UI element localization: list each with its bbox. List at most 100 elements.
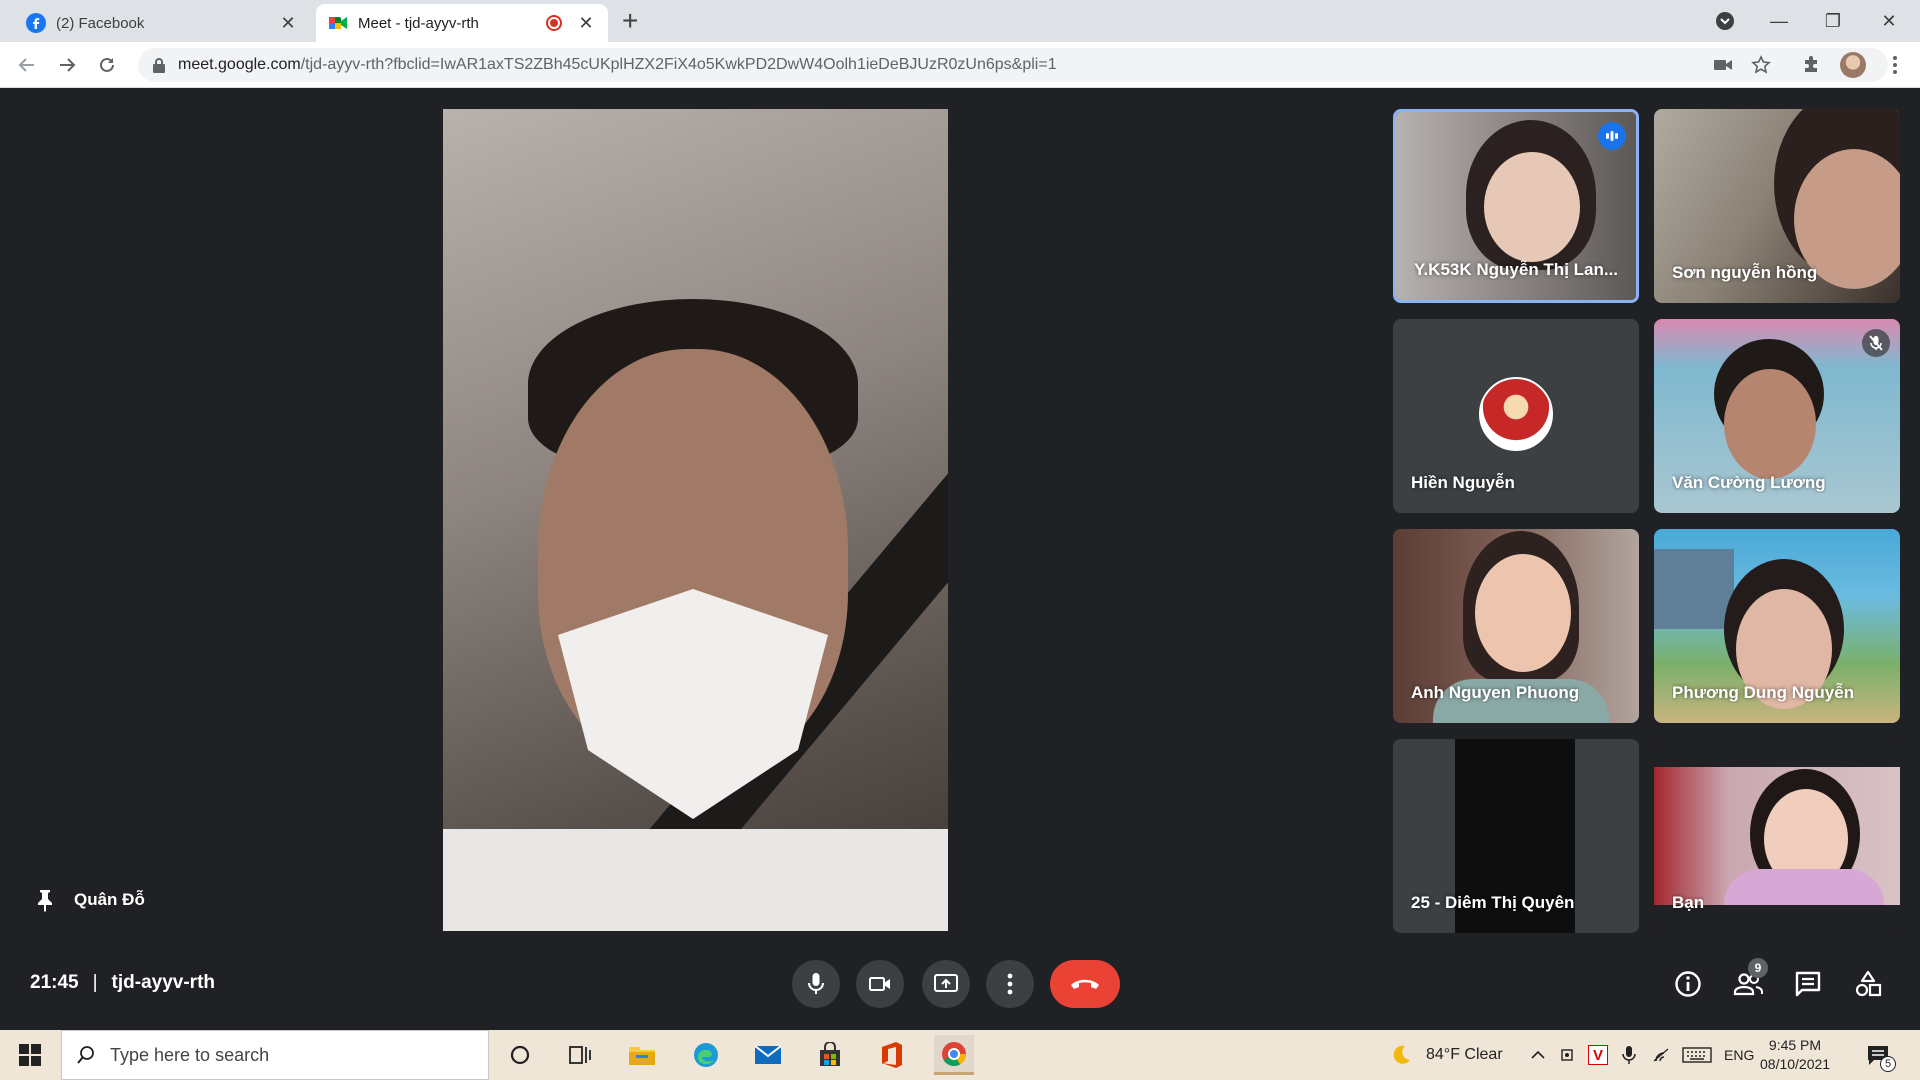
close-tab-icon[interactable]: ✕ — [576, 13, 596, 34]
wifi-icon[interactable] — [1652, 1030, 1672, 1080]
search-icon — [77, 1046, 94, 1064]
video-camera-icon — [869, 977, 890, 991]
office-icon[interactable] — [872, 1035, 912, 1075]
participant-tile[interactable]: Hiền Nguyễn — [1393, 319, 1639, 513]
meeting-time: 21:45 — [30, 972, 79, 993]
task-view-icon[interactable] — [560, 1035, 600, 1075]
participant-face — [1475, 554, 1571, 672]
pinned-participant-name: Quân Đỗ — [74, 890, 145, 909]
tab-search-icon[interactable] — [1698, 0, 1752, 42]
participant-name: Bạn — [1672, 893, 1705, 912]
leave-call-button[interactable] — [1050, 960, 1120, 1008]
speaking-indicator-icon — [1598, 122, 1626, 150]
tab-meet[interactable]: Meet - tjd-ayyv-rth ✕ — [316, 4, 608, 42]
notification-count-badge: 5 — [1880, 1056, 1896, 1072]
file-explorer-icon[interactable] — [622, 1035, 662, 1075]
participant-name: Anh Nguyen Phuong — [1411, 683, 1580, 702]
browser-toolbar: meet.google.com/tjd-ayyv-rth?fbclid=IwAR… — [0, 42, 1920, 88]
more-options-button[interactable] — [986, 960, 1034, 1008]
meet-stage: Quân Đỗ Y.K53K Nguyễn Thị Lan... Sơn ngu… — [0, 88, 1920, 1030]
more-vert-icon — [1007, 973, 1013, 995]
taskbar-clock[interactable]: 9:45 PM 08/10/2021 — [1760, 1036, 1830, 1074]
activities-button[interactable] — [1848, 964, 1888, 1004]
tab-title: (2) Facebook — [56, 14, 145, 32]
chrome-menu-icon[interactable] — [1880, 50, 1910, 80]
recording-icon — [546, 15, 562, 31]
browser-tab-strip: (2) Facebook ✕ Meet - tjd-ayyv-rth ✕ + —… — [0, 0, 1920, 42]
notification-center-icon[interactable]: 5 — [1866, 1030, 1896, 1080]
pinned-participant-label: Quân Đỗ — [36, 888, 145, 912]
separator: | — [92, 972, 98, 993]
participant-tile[interactable]: 25 - Diêm Thị Quyên — [1393, 739, 1639, 933]
close-tab-icon[interactable]: ✕ — [278, 13, 298, 34]
meet-controls-bar: 21:45 | tjd-ayyv-rth 9 — [0, 942, 1920, 1030]
moon-icon — [1393, 1045, 1410, 1064]
tab-title: Meet - tjd-ayyv-rth — [358, 14, 479, 32]
chat-button[interactable] — [1788, 964, 1828, 1004]
weather-widget[interactable]: 84°F Clear — [1390, 1030, 1503, 1080]
pin-icon[interactable] — [36, 888, 54, 912]
participant-tile[interactable]: Sơn nguyễn hồng — [1654, 109, 1900, 303]
mail-icon[interactable] — [748, 1035, 788, 1075]
windows-logo-icon — [19, 1044, 41, 1066]
search-placeholder: Type here to search — [110, 1044, 270, 1065]
participant-tile[interactable]: Y.K53K Nguyễn Thị Lan... — [1393, 109, 1639, 303]
profile-avatar[interactable] — [1838, 50, 1868, 80]
participant-tile[interactable]: Anh Nguyen Phuong — [1393, 529, 1639, 723]
extensions-icon[interactable] — [1796, 50, 1826, 80]
back-button[interactable] — [12, 50, 42, 80]
chat-icon — [1795, 971, 1821, 997]
participant-tile[interactable]: Phương Dung Nguyễn — [1654, 529, 1900, 723]
keyboard-icon[interactable] — [1682, 1030, 1712, 1080]
microphone-tray-icon[interactable] — [1622, 1030, 1636, 1080]
forward-button[interactable] — [52, 50, 82, 80]
edge-browser-icon[interactable] — [686, 1035, 726, 1075]
participant-face — [1484, 152, 1580, 262]
self-view-tile[interactable]: Bạn — [1654, 739, 1900, 933]
start-button[interactable] — [0, 1030, 60, 1080]
meeting-details-button[interactable] — [1668, 964, 1708, 1004]
minimize-button[interactable]: — — [1752, 0, 1806, 42]
microsoft-store-icon[interactable] — [810, 1035, 850, 1075]
participant-shirt — [1724, 869, 1884, 905]
activities-icon — [1855, 970, 1882, 997]
pinned-video[interactable] — [443, 109, 948, 931]
new-tab-button[interactable]: + — [622, 6, 638, 36]
facebook-icon — [26, 13, 46, 33]
address-bar[interactable]: meet.google.com/tjd-ayyv-rth?fbclid=IwAR… — [138, 48, 1888, 82]
lock-icon — [153, 58, 165, 73]
restore-button[interactable]: ❐ — [1806, 0, 1860, 42]
camera-button[interactable] — [856, 960, 904, 1008]
cortana-icon[interactable] — [500, 1035, 540, 1075]
input-language[interactable]: ENG — [1724, 1030, 1754, 1080]
present-screen-button[interactable] — [922, 960, 970, 1008]
participant-name: Văn Cường Lương — [1672, 473, 1826, 492]
participant-shirt — [443, 829, 948, 931]
mic-off-icon — [1862, 329, 1890, 357]
participant-name: Y.K53K Nguyễn Thị Lan... — [1414, 260, 1619, 279]
meet-tray-icon[interactable] — [1560, 1030, 1578, 1080]
tab-facebook[interactable]: (2) Facebook ✕ — [14, 4, 310, 42]
show-hidden-icons[interactable] — [1530, 1030, 1546, 1080]
taskbar-search[interactable]: Type here to search — [61, 1030, 489, 1080]
mic-button[interactable] — [792, 960, 840, 1008]
participant-tile[interactable]: Văn Cường Lương — [1654, 319, 1900, 513]
participant-name: Phương Dung Nguyễn — [1672, 683, 1855, 702]
hang-up-icon — [1071, 979, 1099, 989]
microphone-icon — [808, 973, 824, 994]
windows-taskbar: Type here to search 84°F Clear V ENG 9:4… — [0, 1030, 1920, 1080]
bookmark-star-icon[interactable] — [1746, 50, 1776, 80]
clock-date: 08/10/2021 — [1760, 1056, 1831, 1072]
reload-button[interactable] — [92, 50, 122, 80]
weather-text: 84°F Clear — [1426, 1046, 1503, 1063]
chrome-icon[interactable] — [934, 1035, 974, 1075]
show-everyone-button[interactable]: 9 — [1728, 958, 1768, 1004]
participant-face — [1724, 369, 1816, 479]
camera-in-use-icon[interactable] — [1708, 50, 1738, 80]
info-icon — [1675, 971, 1701, 997]
meeting-details: 21:45 | tjd-ayyv-rth — [30, 972, 215, 994]
vietnamese-input-icon[interactable]: V — [1588, 1030, 1608, 1080]
present-screen-icon — [934, 974, 958, 992]
background-house — [1654, 549, 1734, 629]
window-close-button[interactable]: ✕ — [1862, 0, 1916, 42]
